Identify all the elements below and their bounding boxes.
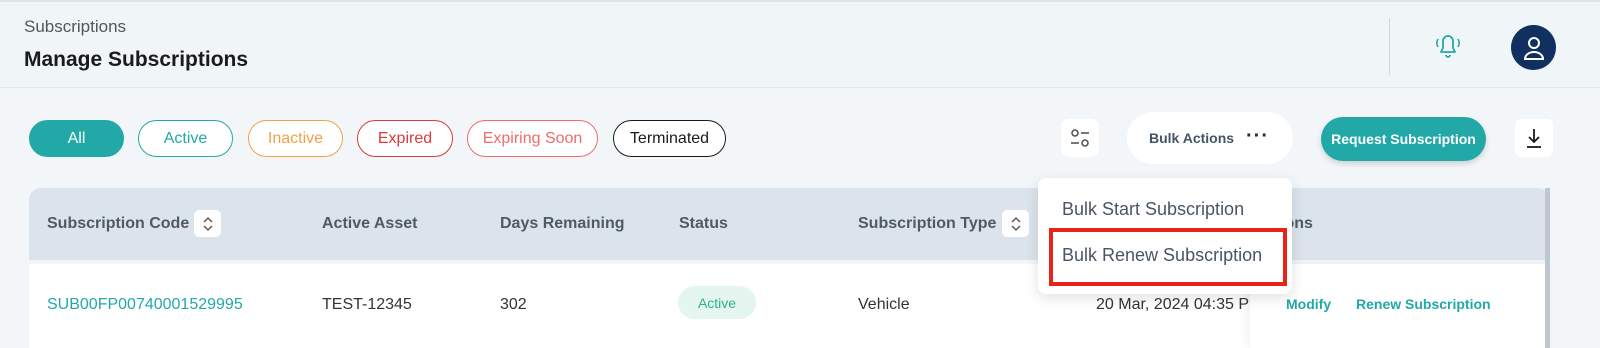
filter-chip-terminated[interactable]: Terminated: [613, 120, 726, 157]
status-badge: Active: [678, 286, 756, 319]
modify-link[interactable]: Modify: [1286, 296, 1331, 312]
column-header-subscription-type: Subscription Type: [858, 215, 997, 232]
download-button[interactable]: [1515, 119, 1553, 157]
bulk-actions-menu: Bulk Start Subscription Bulk Renew Subsc…: [1038, 178, 1292, 294]
page-title: Manage Subscriptions: [24, 48, 249, 71]
sort-subscription-type-button[interactable]: [1002, 210, 1029, 237]
header-divider: [1389, 18, 1390, 75]
table-header: Subscription Code Active Asset Days Rema…: [29, 188, 1550, 260]
filter-chip-active[interactable]: Active: [138, 120, 233, 157]
date-cell: 20 Mar, 2024 04:35 P: [1096, 296, 1249, 313]
table-row: SUB00FP00740001529995 TEST-12345 302 Act…: [29, 264, 1550, 348]
breadcrumb[interactable]: Subscriptions: [24, 17, 126, 37]
bulk-actions-label: Bulk Actions: [1149, 130, 1235, 146]
active-asset-cell: TEST-12345: [322, 296, 412, 313]
filter-chip-all[interactable]: All: [29, 120, 124, 157]
column-header-days-remaining: Days Remaining: [500, 215, 625, 232]
column-header-active-asset: Active Asset: [322, 215, 418, 232]
download-icon: [1527, 129, 1541, 148]
sort-subscription-code-button[interactable]: [194, 210, 221, 237]
bulk-actions-button[interactable]: Bulk Actions ···: [1127, 112, 1293, 164]
days-remaining-cell: 302: [500, 296, 527, 313]
filter-chip-expired[interactable]: Expired: [357, 120, 453, 157]
bell-icon[interactable]: [1428, 28, 1468, 62]
column-header-status: Status: [679, 215, 728, 232]
more-icon: ···: [1246, 125, 1269, 147]
filter-chip-expiring-soon[interactable]: Expiring Soon: [467, 120, 598, 157]
request-subscription-button[interactable]: Request Subscription: [1321, 117, 1486, 161]
column-header-subscription-code: Subscription Code: [47, 215, 190, 232]
row-actions-panel: Modify Renew Subscription: [1250, 264, 1550, 348]
renew-subscription-link[interactable]: Renew Subscription: [1356, 296, 1491, 312]
sort-icon: [1011, 216, 1020, 231]
page-header: Subscriptions Manage Subscriptions: [0, 0, 1600, 88]
table-scrollbar[interactable]: [1545, 188, 1550, 348]
subscription-code-link[interactable]: SUB00FP00740001529995: [47, 296, 243, 314]
menu-item-bulk-renew-subscription[interactable]: Bulk Renew Subscription: [1062, 245, 1262, 266]
filter-settings-button[interactable]: [1061, 119, 1099, 157]
subscription-type-cell: Vehicle: [858, 296, 910, 313]
menu-item-bulk-start-subscription[interactable]: Bulk Start Subscription: [1062, 199, 1244, 220]
sort-icon: [203, 216, 212, 231]
user-avatar-icon[interactable]: [1511, 25, 1556, 70]
sliders-icon: [1071, 129, 1089, 147]
filter-chip-inactive[interactable]: Inactive: [248, 120, 343, 157]
